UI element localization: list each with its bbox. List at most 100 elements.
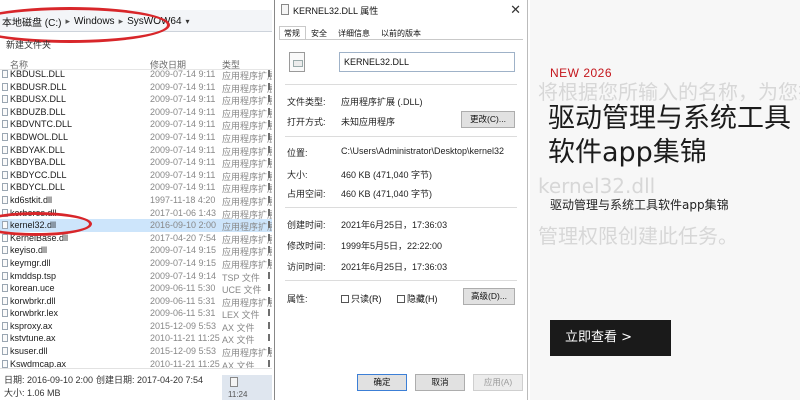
promo-panel: 将根据您所输入的名称，为您打 kernel32.dll 管理权限创建此任务。 N… xyxy=(530,0,800,400)
scroll-marker xyxy=(268,95,270,103)
close-icon[interactable]: ✕ xyxy=(510,2,521,18)
dll-file-icon xyxy=(2,271,8,280)
file-name: ksuser.dll xyxy=(10,346,48,357)
scroll-marker xyxy=(268,195,270,203)
tab-divider xyxy=(279,39,523,40)
file-row[interactable]: KBDUSR.DLL 2009-07-14 9:11 应用程序扩展 xyxy=(0,81,272,94)
change-button[interactable]: 更改(C)... xyxy=(461,111,515,128)
hidden-label: 隐藏(H) xyxy=(407,294,438,304)
file-date: 2009-07-14 9:11 xyxy=(150,119,216,130)
file-row[interactable]: KBDVNTC.DLL 2009-07-14 9:11 应用程序扩展 xyxy=(0,118,272,131)
dll-file-icon xyxy=(2,132,8,141)
file-date: 2009-07-14 9:11 xyxy=(150,106,216,117)
file-name: KBDUSR.DLL xyxy=(10,81,67,92)
file-row[interactable]: KBDYAK.DLL 2009-07-14 9:11 应用程序扩展 xyxy=(0,144,272,157)
checkbox-icon[interactable] xyxy=(397,294,405,303)
file-row[interactable]: KBDYCL.DLL 2009-07-14 9:11 应用程序扩展 xyxy=(0,181,272,194)
file-date: 2015-12-09 5:53 xyxy=(150,320,217,331)
checkbox-icon[interactable] xyxy=(341,294,349,303)
file-name: keyiso.dll xyxy=(10,245,48,256)
ok-button[interactable]: 确定 xyxy=(357,374,407,391)
filename-field[interactable]: KERNEL32.DLL xyxy=(339,52,515,72)
dll-file-icon xyxy=(2,321,8,330)
file-row[interactable]: kd6stkit.dll 1997-11-18 4:20 应用程序扩展 xyxy=(0,194,272,207)
file-row[interactable]: ksproxy.ax 2015-12-09 5:53 AX 文件 xyxy=(0,320,272,333)
scroll-marker xyxy=(268,107,270,115)
hidden-checkbox[interactable]: 隐藏(H) xyxy=(397,292,438,305)
apply-button[interactable]: 应用(A) xyxy=(473,374,523,391)
advanced-button[interactable]: 高级(D)... xyxy=(463,288,515,305)
file-date: 2009-07-14 9:15 xyxy=(150,257,217,268)
file-row[interactable]: keymgr.dll 2009-07-14 9:15 应用程序扩展 xyxy=(0,257,272,270)
explorer-window: 本地磁盘 (C:) ▸ Windows ▸ SysWOW64 ▾ 新建文件夹 名… xyxy=(0,0,272,400)
dll-file-icon xyxy=(2,107,8,116)
file-row[interactable]: KBDWOL.DLL 2009-07-14 9:11 应用程序扩展 xyxy=(0,131,272,144)
size-value: 460 KB (471,040 字节) xyxy=(341,170,433,180)
file-name: kmddsp.tsp xyxy=(10,270,57,281)
scroll-marker xyxy=(268,347,270,355)
filetype-label: 文件类型: xyxy=(287,97,326,107)
file-row[interactable]: KBDYCC.DLL 2009-07-14 9:11 应用程序扩展 xyxy=(0,169,272,182)
scroll-marker xyxy=(268,183,270,191)
file-row[interactable]: KBDUZB.DLL 2009-07-14 9:11 应用程序扩展 xyxy=(0,106,272,119)
tab-details[interactable]: 详细信息 xyxy=(333,26,376,40)
readonly-checkbox[interactable]: 只读(R) xyxy=(341,292,382,305)
readonly-label: 只读(R) xyxy=(351,294,382,304)
tab-general[interactable]: 常规 xyxy=(279,26,306,40)
status-created: 创建日期: 2017-04-20 7:54 xyxy=(96,375,204,385)
scroll-marker xyxy=(268,70,270,77)
file-name: keymgr.dll xyxy=(10,257,51,268)
file-row[interactable]: kmddsp.tsp 2009-07-14 9:14 TSP 文件 xyxy=(0,270,272,283)
taskbar-peek[interactable]: 11:24 xyxy=(222,375,272,400)
file-date: 2010-11-21 11:25 xyxy=(150,333,220,344)
dll-file-icon xyxy=(2,258,8,267)
file-row[interactable]: korean.uce 2009-06-11 5:30 UCE 文件 xyxy=(0,282,272,295)
file-row[interactable]: ksuser.dll 2015-12-09 5:53 应用程序扩展 xyxy=(0,345,272,358)
file-row[interactable]: keyiso.dll 2009-07-14 9:15 应用程序扩展 xyxy=(0,244,272,257)
file-name: kd6stkit.dll xyxy=(10,194,53,205)
cancel-button[interactable]: 取消 xyxy=(415,374,465,391)
file-name: korwbrkr.dll xyxy=(10,295,56,306)
scroll-marker xyxy=(268,233,270,241)
file-date: 2009-07-14 9:15 xyxy=(150,245,217,256)
divider xyxy=(285,136,517,137)
file-row[interactable]: kstvtune.ax 2010-11-21 11:25 AX 文件 xyxy=(0,332,272,345)
dll-file-icon xyxy=(2,334,8,343)
file-row[interactable]: korwbrkr.dll 2009-06-11 5:31 应用程序扩展 xyxy=(0,295,272,308)
file-name: ksproxy.ax xyxy=(10,320,53,331)
dll-file-icon xyxy=(2,246,8,255)
file-row[interactable]: KBDUSX.DLL 2009-07-14 9:11 应用程序扩展 xyxy=(0,93,272,106)
file-date: 2009-07-14 9:11 xyxy=(150,157,216,168)
tab-security[interactable]: 安全 xyxy=(306,26,333,40)
dll-file-icon xyxy=(289,52,305,72)
file-name: KBDWOL.DLL xyxy=(10,131,69,142)
background-ghost-text: kernel32.dll xyxy=(538,174,656,198)
file-name: KBDUZB.DLL xyxy=(10,106,66,117)
file-date: 2009-07-14 9:11 xyxy=(150,144,216,155)
new-folder-button[interactable]: 新建文件夹 xyxy=(6,38,51,51)
background-ghost-text: 将根据您所输入的名称，为您打 xyxy=(538,80,800,104)
size-label: 大小: xyxy=(287,170,308,180)
tab-previous-versions[interactable]: 以前的版本 xyxy=(376,26,427,40)
file-row[interactable]: KBDUSL.DLL 2009-07-14 9:11 应用程序扩展 xyxy=(0,68,272,81)
details-pane: 日期: 2016-09-10 2:00 创建日期: 2017-04-20 7:5… xyxy=(0,368,272,400)
file-date: 2009-07-14 9:11 xyxy=(150,169,216,180)
dll-file-icon xyxy=(2,82,8,91)
file-date: 2009-07-14 9:11 xyxy=(150,69,216,79)
file-date: 2015-12-09 5:53 xyxy=(150,346,217,357)
openwith-value: 未知应用程序 xyxy=(341,117,396,127)
scroll-marker xyxy=(268,246,270,254)
divider xyxy=(285,280,517,281)
file-date: 2009-07-14 9:11 xyxy=(150,131,216,142)
dialog-titlebar[interactable]: KERNEL32.DLL 属性 ✕ xyxy=(275,0,527,20)
scroll-marker xyxy=(268,271,270,279)
disk-size-value: 460 KB (471,040 字节) xyxy=(341,189,433,199)
file-name: korean.uce xyxy=(10,283,55,294)
chevron-down-icon[interactable]: ▾ xyxy=(186,17,190,26)
view-now-button[interactable]: 立即查看 > xyxy=(550,320,671,356)
dll-file-icon xyxy=(2,120,8,129)
file-row[interactable]: KBDYBA.DLL 2009-07-14 9:11 应用程序扩展 xyxy=(0,156,272,169)
dll-file-icon xyxy=(2,70,8,78)
background-ghost-text: 管理权限创建此任务。 xyxy=(538,224,738,248)
file-row[interactable]: korwbrkr.lex 2009-06-11 5:31 LEX 文件 xyxy=(0,307,272,320)
